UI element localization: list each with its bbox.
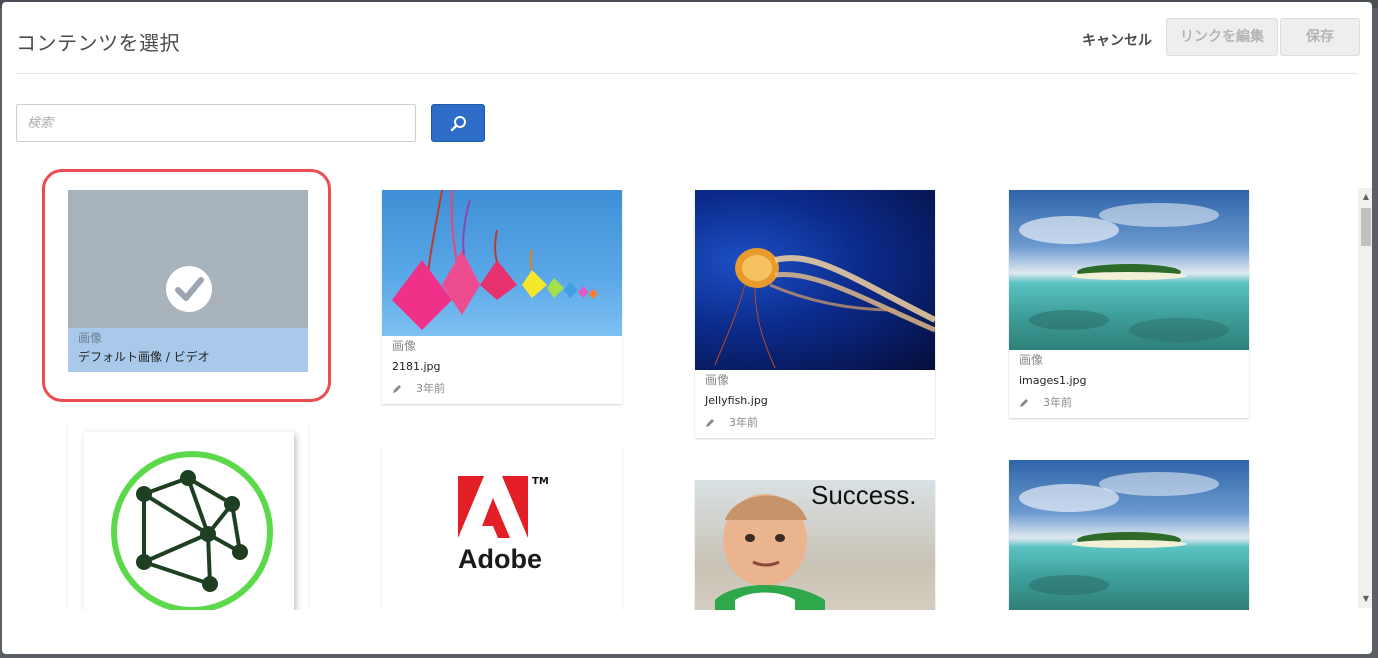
content-card-images1[interactable]: 画像 images1.jpg 3年前 — [1009, 190, 1249, 418]
content-card-2181[interactable]: 画像 2181.jpg 3年前 — [382, 190, 622, 404]
scroll-up-icon[interactable]: ▲ — [1361, 192, 1371, 202]
select-content-dialog: コンテンツを選択 キャンセル リンクを編集 保存 画像 デフォルト画像 / ビデ… — [2, 2, 1372, 654]
kites-photo — [382, 190, 622, 336]
card-type: 画像 — [705, 373, 730, 387]
card-name: 2181.jpg — [392, 360, 441, 373]
card-type: 画像 — [1019, 353, 1044, 367]
success-kid-photo: Success. — [695, 480, 935, 610]
network-logo — [68, 424, 308, 610]
pencil-icon — [706, 419, 714, 427]
card-modified: 3年前 — [392, 382, 612, 396]
pencil-icon — [1020, 399, 1028, 407]
card-name: Jellyfish.jpg — [705, 394, 768, 407]
content-card-jellyfish[interactable]: 画像 Jellyfish.jpg 3年前 — [695, 190, 935, 438]
card-modified-text: 3年前 — [729, 416, 758, 429]
adobe-wordmark: Adobe — [458, 544, 542, 574]
trademark-label: TM — [532, 476, 549, 487]
jellyfish-photo — [695, 190, 935, 370]
scroll-down-icon[interactable]: ▼ — [1361, 594, 1371, 604]
content-card-island[interactable] — [1009, 460, 1249, 610]
content-card-adobe[interactable]: TM Adobe 画像 — [382, 448, 622, 610]
island-photo — [1009, 460, 1249, 610]
card-type: 画像 — [392, 339, 417, 353]
content-card-default[interactable]: 画像 デフォルト画像 / ビデオ — [68, 190, 308, 372]
island-photo — [1009, 190, 1249, 350]
vertical-scrollbar[interactable]: ▲ ▼ — [1358, 188, 1372, 608]
scroll-thumb[interactable] — [1361, 208, 1371, 246]
card-type: 画像 — [392, 608, 612, 610]
cancel-button[interactable]: キャンセル — [1082, 30, 1152, 50]
content-grid: 画像 デフォルト画像 / ビデオ 画像 2181.jpg 3年前 画像 Jell… — [2, 172, 1352, 610]
card-type: 画像 — [78, 331, 103, 345]
card-modified-text: 3年前 — [416, 382, 445, 395]
success-caption: Success. — [811, 480, 917, 510]
content-card-success[interactable]: Success. — [695, 480, 935, 610]
pencil-icon — [393, 385, 401, 393]
edit-link-button[interactable]: リンクを編集 — [1166, 18, 1278, 56]
check-circle-icon — [166, 266, 212, 312]
card-name: images1.jpg — [1019, 374, 1087, 387]
search-input[interactable] — [16, 104, 416, 142]
adobe-logo: TM Adobe — [382, 448, 622, 606]
card-name: デフォルト画像 / ビデオ — [78, 350, 210, 364]
dialog-header: コンテンツを選択 キャンセル リンクを編集 保存 — [16, 14, 1360, 74]
search-button[interactable] — [431, 104, 485, 142]
content-card-network[interactable] — [68, 424, 308, 610]
card-modified: 3年前 — [705, 416, 925, 430]
dialog-title: コンテンツを選択 — [16, 31, 180, 55]
search-icon — [450, 116, 466, 132]
card-thumbnail — [68, 190, 308, 328]
card-modified: 3年前 — [1019, 396, 1239, 410]
save-button[interactable]: 保存 — [1280, 18, 1360, 56]
card-modified-text: 3年前 — [1043, 396, 1072, 409]
